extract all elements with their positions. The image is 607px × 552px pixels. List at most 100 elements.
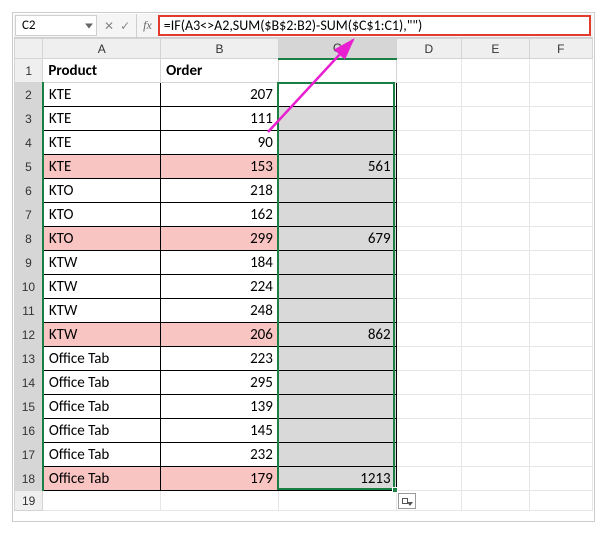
cell[interactable]: [462, 395, 530, 419]
cell-B13[interactable]: 223: [161, 347, 279, 371]
cell[interactable]: [396, 251, 461, 275]
cell-B6[interactable]: 218: [161, 179, 279, 203]
cell-A18[interactable]: Office Tab: [43, 467, 161, 491]
cell-A9[interactable]: KTW: [43, 251, 161, 275]
cell-A16[interactable]: Office Tab: [43, 419, 161, 443]
row-header-12[interactable]: 12: [15, 323, 43, 347]
cell-B2[interactable]: 207: [161, 83, 279, 107]
row-header-11[interactable]: 11: [15, 299, 43, 323]
cell-B5[interactable]: 153: [161, 155, 279, 179]
cell[interactable]: [529, 467, 592, 491]
cell-C12[interactable]: 862: [278, 323, 396, 347]
cell[interactable]: [462, 131, 530, 155]
cell[interactable]: [529, 203, 592, 227]
cell-A6[interactable]: KTO: [43, 179, 161, 203]
formula-input[interactable]: =IF(A3<>A2,SUM($B$2:B2)-SUM($C$1:C1),""): [158, 15, 591, 36]
cell[interactable]: [529, 371, 592, 395]
cell[interactable]: [396, 203, 461, 227]
confirm-icon[interactable]: ✓: [120, 19, 130, 33]
cell-B8[interactable]: 299: [161, 227, 279, 251]
cell[interactable]: [462, 419, 530, 443]
cell-B18[interactable]: 179: [161, 467, 279, 491]
cell-C6[interactable]: [278, 179, 396, 203]
row-header-5[interactable]: 5: [15, 155, 43, 179]
header-cell-A[interactable]: Product: [43, 59, 161, 83]
cell[interactable]: [396, 467, 461, 491]
cell-B9[interactable]: 184: [161, 251, 279, 275]
cell-A12[interactable]: KTW: [43, 323, 161, 347]
column-header-E[interactable]: E: [462, 39, 530, 59]
cell[interactable]: [529, 491, 592, 511]
cell[interactable]: [529, 275, 592, 299]
cell-C8[interactable]: 679: [278, 227, 396, 251]
cell[interactable]: [462, 467, 530, 491]
cell[interactable]: [396, 443, 461, 467]
cell[interactable]: [529, 59, 592, 83]
cell[interactable]: [529, 323, 592, 347]
cell[interactable]: [396, 371, 461, 395]
cell[interactable]: [529, 83, 592, 107]
cell[interactable]: [396, 59, 461, 83]
cell-A7[interactable]: KTO: [43, 203, 161, 227]
cell[interactable]: [529, 155, 592, 179]
cell[interactable]: [529, 395, 592, 419]
cell-C4[interactable]: [278, 131, 396, 155]
cell[interactable]: [529, 347, 592, 371]
row-header-16[interactable]: 16: [15, 419, 43, 443]
name-box[interactable]: C2: [15, 15, 97, 36]
column-header-F[interactable]: F: [529, 39, 592, 59]
cell-C14[interactable]: [278, 371, 396, 395]
cell[interactable]: [529, 299, 592, 323]
cell-A17[interactable]: Office Tab: [43, 443, 161, 467]
header-cell-B[interactable]: Order: [161, 59, 279, 83]
row-header-15[interactable]: 15: [15, 395, 43, 419]
cell-A13[interactable]: Office Tab: [43, 347, 161, 371]
cell-C17[interactable]: [278, 443, 396, 467]
cell[interactable]: [462, 251, 530, 275]
cell[interactable]: [396, 299, 461, 323]
row-header-18[interactable]: 18: [15, 467, 43, 491]
cell[interactable]: [462, 299, 530, 323]
cell[interactable]: [396, 347, 461, 371]
cell[interactable]: [462, 107, 530, 131]
cell[interactable]: [462, 275, 530, 299]
cell-C15[interactable]: [278, 395, 396, 419]
autofill-options-icon[interactable]: [398, 493, 416, 509]
column-header-A[interactable]: A: [43, 39, 161, 59]
cell[interactable]: [462, 59, 530, 83]
cell-A10[interactable]: KTW: [43, 275, 161, 299]
cell-C2[interactable]: [278, 83, 396, 107]
row-header-3[interactable]: 3: [15, 107, 43, 131]
cell[interactable]: [396, 179, 461, 203]
cell[interactable]: [161, 491, 279, 511]
cell[interactable]: [396, 107, 461, 131]
column-header-C[interactable]: C: [278, 39, 396, 59]
cell-C9[interactable]: [278, 251, 396, 275]
cell[interactable]: [462, 347, 530, 371]
cell-B3[interactable]: 111: [161, 107, 279, 131]
cell-B7[interactable]: 162: [161, 203, 279, 227]
cell[interactable]: [462, 155, 530, 179]
cell[interactable]: [529, 251, 592, 275]
cell[interactable]: [396, 83, 461, 107]
cell[interactable]: [396, 227, 461, 251]
cell-B4[interactable]: 90: [161, 131, 279, 155]
cell[interactable]: [529, 179, 592, 203]
cell-B15[interactable]: 139: [161, 395, 279, 419]
cell-B11[interactable]: 248: [161, 299, 279, 323]
name-box-dropdown-icon[interactable]: [85, 23, 93, 28]
cell-A14[interactable]: Office Tab: [43, 371, 161, 395]
select-all-corner[interactable]: [15, 39, 43, 59]
cell-C16[interactable]: [278, 419, 396, 443]
cell[interactable]: [396, 131, 461, 155]
cell[interactable]: [396, 155, 461, 179]
cell[interactable]: [278, 491, 396, 511]
row-header-1[interactable]: 1: [15, 59, 43, 83]
cell[interactable]: [529, 443, 592, 467]
cell-A11[interactable]: KTW: [43, 299, 161, 323]
cell-B12[interactable]: 206: [161, 323, 279, 347]
cell[interactable]: [396, 275, 461, 299]
row-header-13[interactable]: 13: [15, 347, 43, 371]
cell[interactable]: [462, 443, 530, 467]
row-header-17[interactable]: 17: [15, 443, 43, 467]
